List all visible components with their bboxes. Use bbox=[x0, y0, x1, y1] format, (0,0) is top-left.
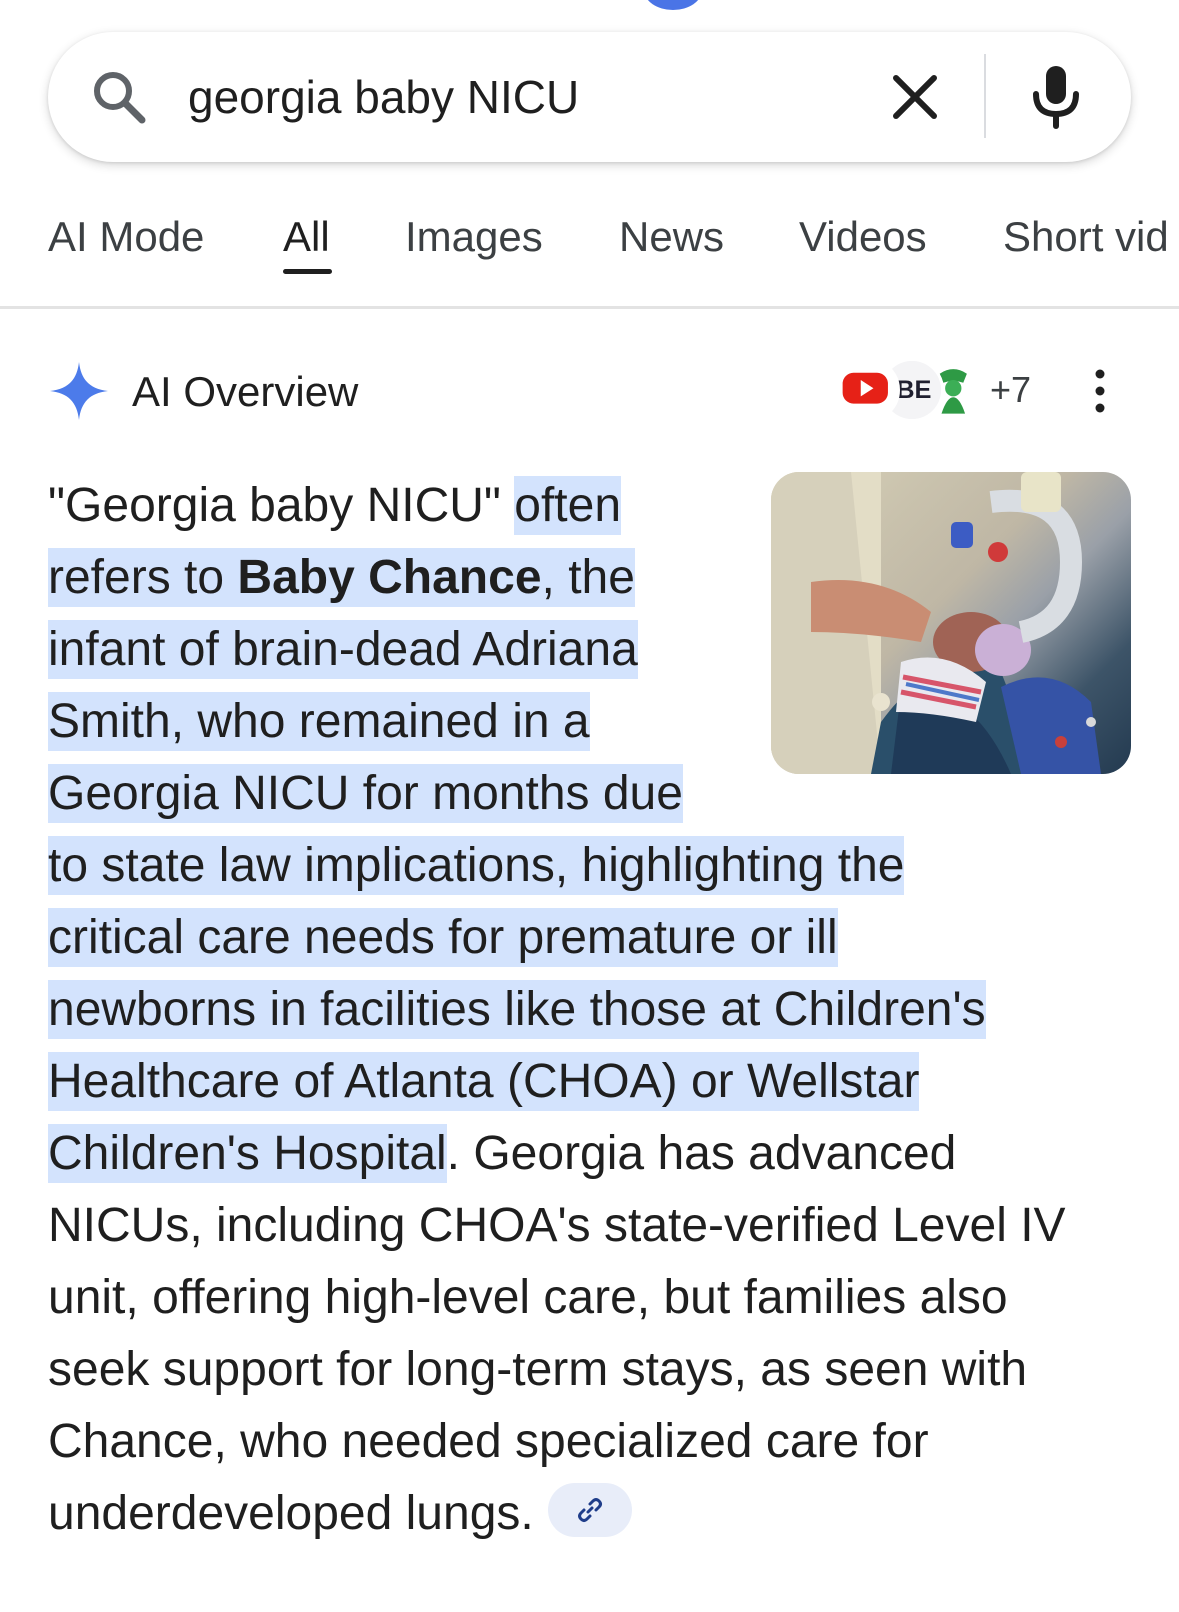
search-input[interactable]: georgia baby NICU bbox=[188, 66, 579, 128]
active-tab-indicator bbox=[283, 269, 332, 274]
ao-line-14: Chance, who needed specialized care for bbox=[48, 1415, 929, 1468]
ao-bold-baby-chance: Baby Chance bbox=[237, 551, 542, 604]
source-link-button[interactable] bbox=[547, 1483, 632, 1538]
ao-line-6: to state law implications, highlighting … bbox=[48, 830, 1131, 902]
ao-line-10-plain: . Georgia has advanced bbox=[446, 1127, 957, 1180]
tab-images[interactable]: Images bbox=[405, 209, 543, 265]
ao-line-11: NICUs, including CHOA's state-verified L… bbox=[48, 1199, 1066, 1252]
tabs-divider bbox=[0, 306, 1179, 309]
search-bar-divider bbox=[984, 54, 986, 138]
account-avatar-edge[interactable] bbox=[644, 0, 702, 10]
ao-line-9-highlight[interactable]: Healthcare of Atlanta (CHOA) or Wellstar bbox=[48, 1052, 920, 1111]
ao-line-10-highlight[interactable]: Children's Hospital bbox=[48, 1124, 447, 1183]
source-avatar-be-text: BE bbox=[896, 376, 931, 404]
ao-line-12: unit, offering high-level care, but fami… bbox=[48, 1271, 1008, 1324]
tab-short-videos[interactable]: Short vid bbox=[1003, 209, 1169, 265]
source-avatars[interactable]: BE bbox=[836, 358, 996, 424]
tab-news[interactable]: News bbox=[619, 209, 724, 265]
tab-ai-mode[interactable]: AI Mode bbox=[48, 209, 204, 265]
ao-line-6-highlight[interactable]: to state law implications, highlighting … bbox=[48, 836, 905, 895]
ao-line-7-highlight[interactable]: critical care needs for premature or ill bbox=[48, 908, 838, 967]
ai-overview-title: AI Overview bbox=[132, 368, 359, 415]
source-avatar-youtube bbox=[836, 358, 900, 422]
ao-line-8: newborns in facilities like those at Chi… bbox=[48, 974, 1131, 1046]
ao-line-2-post: , the bbox=[541, 551, 635, 604]
link-icon bbox=[577, 1498, 602, 1523]
more-sources-count[interactable]: +7 bbox=[990, 366, 1031, 414]
ao-line-8-highlight[interactable]: newborns in facilities like those at Chi… bbox=[48, 980, 986, 1039]
tab-videos[interactable]: Videos bbox=[799, 209, 927, 265]
ao-line-2-highlight[interactable]: refers to Baby Chance, the bbox=[48, 548, 635, 607]
ao-line-10: Children's Hospital. Georgia has advance… bbox=[48, 1118, 1131, 1190]
clear-icon[interactable] bbox=[888, 70, 942, 124]
ao-line-5: Georgia NICU for months due bbox=[48, 758, 1131, 830]
search-icon bbox=[94, 72, 146, 124]
ao-line-9: Healthcare of Atlanta (CHOA) or Wellstar bbox=[48, 1046, 1131, 1118]
ao-line-15-plain: underdeveloped lungs. bbox=[48, 1487, 534, 1540]
ao-line-3-highlight[interactable]: infant of brain-dead Adriana bbox=[48, 620, 638, 679]
ao-line-1-highlight[interactable]: often bbox=[514, 476, 622, 535]
ao-line-4: Smith, who remained in a bbox=[48, 686, 1131, 758]
ao-line-3: infant of brain-dead Adriana bbox=[48, 614, 1131, 686]
ao-line-2: refers to Baby Chance, the bbox=[48, 542, 1131, 614]
ao-line-5-highlight[interactable]: Georgia NICU for months due bbox=[48, 764, 683, 823]
ao-line-13: seek support for long-term stays, as see… bbox=[48, 1343, 1028, 1396]
sparkle-icon bbox=[50, 362, 108, 420]
kebab-icon[interactable] bbox=[1088, 366, 1112, 416]
search-tabs: AI Mode All Images News Videos Short vid bbox=[0, 195, 1179, 310]
tab-all[interactable]: All bbox=[283, 209, 330, 265]
ao-line-1: "Georgia baby NICU" often bbox=[48, 470, 1131, 542]
ao-line-15: underdeveloped lungs. bbox=[48, 1478, 1131, 1550]
ao-line-4-highlight[interactable]: Smith, who remained in a bbox=[48, 692, 590, 751]
mic-icon[interactable] bbox=[1028, 64, 1084, 130]
ao-line-1-plain: "Georgia baby NICU" bbox=[48, 479, 515, 532]
ao-line-2-pre: refers to bbox=[48, 551, 238, 604]
ai-overview-header: AI Overview BE +7 bbox=[48, 356, 1131, 426]
ai-overview-text: "Georgia baby NICU" often refers to Baby… bbox=[48, 470, 1131, 1550]
search-bar[interactable]: georgia baby NICU bbox=[48, 32, 1131, 162]
youtube-icon bbox=[842, 372, 888, 404]
ao-line-7: critical care needs for premature or ill bbox=[48, 902, 1131, 974]
